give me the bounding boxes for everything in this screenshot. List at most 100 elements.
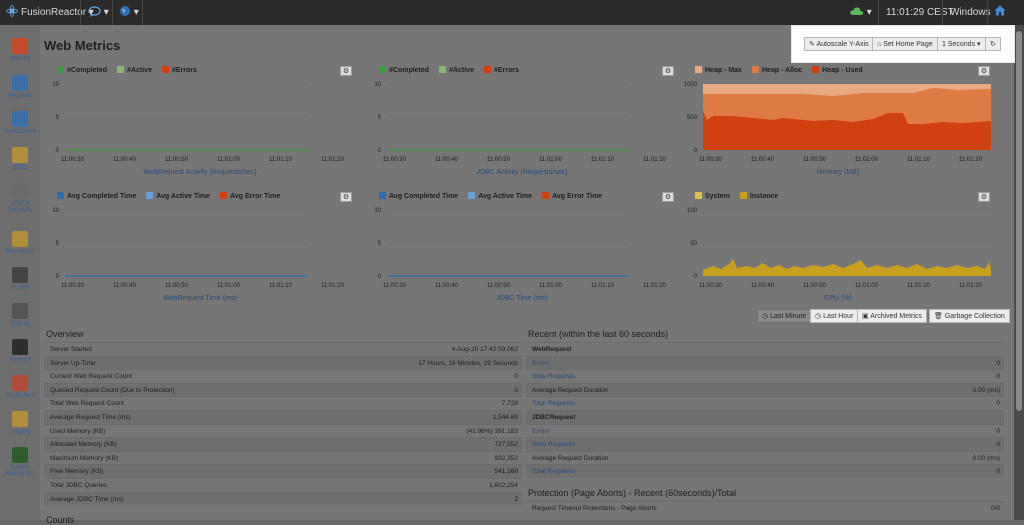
archived-metrics-button[interactable]: ▣ Archived Metrics: [857, 309, 927, 323]
chart-caption[interactable]: WebRequest Activity (Requests/sec): [45, 169, 355, 176]
scrollbar-thumb[interactable]: [1016, 31, 1022, 411]
row-link[interactable]: Total Requests: [532, 400, 575, 407]
globe-menu[interactable]: ▾: [119, 0, 139, 25]
home-button[interactable]: [994, 0, 1006, 25]
legend-item[interactable]: #Errors: [483, 66, 519, 74]
clock-icon: ◷: [815, 313, 822, 320]
clock-readout: 11:01:29 CEST: [886, 7, 954, 18]
sidebar-item-label: JDBC: [12, 165, 28, 171]
sidebar-item-memory[interactable]: Memory: [0, 339, 40, 363]
sidebar-item-jdbc[interactable]: JDBC: [0, 147, 40, 171]
set-home-page-button[interactable]: ⌂ Set Home Page: [872, 37, 938, 51]
chart-caption[interactable]: Memory (MB): [683, 169, 993, 176]
legend-item[interactable]: Heap - Max: [695, 66, 742, 74]
x-tick-label: 11:01:10: [907, 283, 931, 289]
metric-chart: Avg Completed Time Avg Active Time Avg Err…: [45, 190, 355, 305]
legend-item[interactable]: Avg Completed Time: [57, 192, 136, 200]
legend-item[interactable]: Avg Error Time: [542, 192, 602, 200]
sidebar-item-resources[interactable]: Resources: [0, 231, 40, 255]
chat-menu[interactable]: ▾: [88, 0, 109, 25]
sidebar-item-requests[interactable]: Requests: [0, 75, 40, 99]
chart-caption[interactable]: JDBC Time (ms): [367, 295, 677, 302]
x-tick-label: 11:01:00: [539, 283, 563, 289]
legend-item[interactable]: Instance: [739, 192, 778, 200]
row-link[interactable]: Errors: [532, 428, 550, 435]
chart-caption[interactable]: JDBC Activity (Requests/sec): [367, 169, 677, 176]
legend-label: System: [705, 193, 730, 200]
legend-item[interactable]: Avg Error Time: [220, 192, 280, 200]
legend-item[interactable]: Avg Completed Time: [379, 192, 458, 200]
logging-icon: [12, 411, 28, 427]
row-label: Used Memory (KB): [50, 427, 106, 435]
refresh-button[interactable]: ↻: [985, 37, 1001, 51]
chart-settings-gear-icon[interactable]: ⚙: [662, 192, 674, 202]
table-row: Used Memory (KB) (41.96%) 391,183: [44, 423, 522, 438]
legend-item[interactable]: Avg Active Time: [146, 192, 210, 200]
archived-label: Archived Metrics: [870, 313, 922, 320]
sidebar-item-label: Debug: [11, 321, 29, 327]
legend-item[interactable]: Heap - Used: [812, 66, 863, 74]
protection-title: Protection (Page Aborts) - Recent (60sec…: [528, 488, 737, 498]
legend-item[interactable]: Heap - Alloc: [751, 66, 802, 74]
top-bar: FusionReactor ▾ ▾ ▾ ▾ 11:01:29 CEST Wind…: [0, 0, 1024, 25]
chart-settings-gear-icon[interactable]: ⚙: [662, 66, 674, 76]
sidebar-item-profiler[interactable]: Profiler: [0, 267, 40, 291]
table-row: Free Memory (KB) 541,168: [44, 464, 522, 478]
interval-dropdown[interactable]: 1 Seconds ▾: [937, 37, 986, 51]
row-link[interactable]: Total Requests: [532, 468, 575, 475]
last-hour-button[interactable]: ◷ Last Hour: [810, 309, 859, 323]
metric-chart: #Completed #Active #Errors ⚙ 10 5 0 11:00:30 11:…: [45, 64, 355, 179]
chart-settings-gear-icon[interactable]: ⚙: [340, 66, 352, 76]
chart-settings-gear-icon[interactable]: ⚙: [978, 66, 990, 76]
sidebar-item-system-resources[interactable]: System Resources: [0, 447, 40, 477]
row-link[interactable]: Slow Requests: [532, 441, 575, 448]
sidebar-item-transactions[interactable]: Transactions: [0, 111, 40, 135]
x-tick-label: 11:00:50: [487, 283, 511, 289]
last-minute-button[interactable]: ◷ Last Minute: [757, 309, 812, 323]
chart-settings-gear-icon[interactable]: ⚙: [340, 192, 352, 202]
image-icon: ▣: [862, 313, 869, 320]
legend-item[interactable]: #Errors: [161, 66, 197, 74]
legend-swatch: [117, 66, 125, 73]
x-tick-label: 11:00:30: [383, 283, 407, 289]
set-home-label: Set Home Page: [883, 41, 933, 48]
autoscale-y-axis-button[interactable]: ✎ Autoscale Y-Axis: [804, 37, 874, 51]
x-tick-label: 11:00:50: [803, 157, 827, 163]
legend-label: #Completed: [67, 67, 108, 74]
legend-item[interactable]: #Active: [439, 66, 474, 74]
row-link[interactable]: Errors: [532, 360, 550, 367]
sidebar-item-logging[interactable]: Logging: [0, 411, 40, 435]
legend-item[interactable]: #Completed: [57, 66, 107, 74]
last-hour-label: Last Hour: [823, 313, 854, 320]
table-row: Total Requests 0: [526, 396, 1004, 410]
row-link[interactable]: Slow Requests: [532, 373, 575, 380]
chart-legend: Avg Completed Time Avg Active Time Avg Err…: [379, 192, 612, 202]
home-icon: [994, 5, 1006, 16]
sidebar-item-protection[interactable]: Protection: [0, 375, 40, 399]
divider: [80, 0, 81, 25]
legend-item[interactable]: System: [695, 192, 730, 200]
legend-item[interactable]: Avg Active Time: [468, 192, 532, 200]
chart-caption[interactable]: CPU (%): [683, 295, 993, 302]
y-tick-label: 500: [687, 115, 698, 121]
row-value: 0: [514, 386, 518, 394]
legend-swatch: [379, 66, 386, 73]
interval-value: 1 Seconds: [942, 41, 976, 48]
chart-caption[interactable]: WebRequest Time (ms): [45, 295, 355, 302]
table-row: Queued Request Count (Due to Protection)…: [44, 382, 522, 397]
x-tick-label: 11:00:50: [803, 283, 827, 289]
legend-swatch: [695, 192, 702, 199]
sidebar-item-uem-sessions[interactable]: UEM & Sessions: [0, 183, 40, 213]
y-tick-label: 0: [378, 148, 382, 154]
y-tick-label: 10: [374, 208, 381, 214]
chart-settings-gear-icon[interactable]: ⚙: [978, 192, 990, 202]
sidebar-item-debug[interactable]: Debug: [0, 303, 40, 327]
metric-chart: #Completed #Active #Errors ⚙ 10 5 0 11:00:30 11:…: [367, 64, 677, 179]
garbage-collection-button[interactable]: 🗑 Garbage Collection: [929, 309, 1010, 323]
legend-item[interactable]: #Active: [117, 66, 152, 74]
sidebar-item-metrics[interactable]: Metrics: [0, 38, 40, 62]
cloud-menu[interactable]: ▾: [850, 0, 872, 25]
scrollbar[interactable]: [1014, 25, 1024, 520]
row-value: 932,352: [494, 454, 519, 462]
legend-item[interactable]: #Completed: [379, 66, 429, 74]
